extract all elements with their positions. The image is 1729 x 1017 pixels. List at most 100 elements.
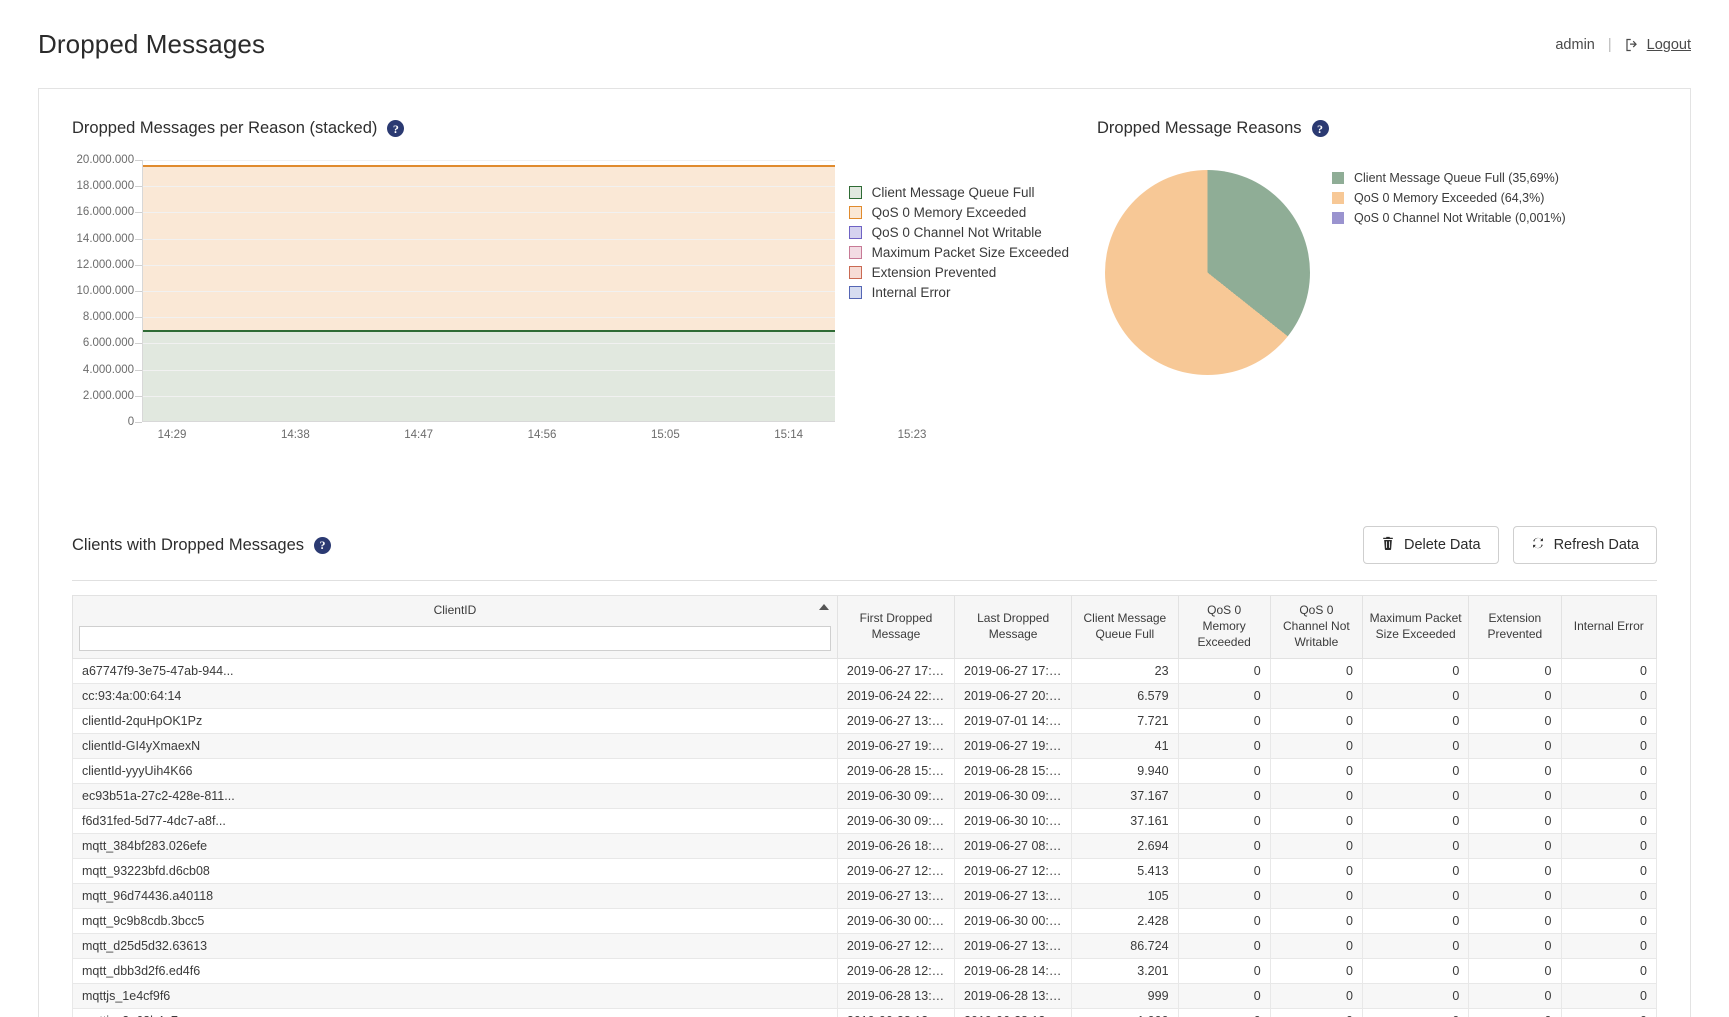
cell-clientid: clientId-GI4yXmaexN <box>72 732 838 759</box>
cell-count: 2.428 <box>1071 907 1179 934</box>
pie-legend-item[interactable]: QoS 0 Memory Exceeded (64,3%) <box>1332 188 1566 208</box>
cell-count: 0 <box>1269 707 1363 734</box>
cell-count: 0 <box>1177 832 1271 859</box>
column-header[interactable]: Internal Error <box>1560 595 1657 659</box>
cell-count: 0 <box>1560 1007 1657 1017</box>
x-axis-labels: 14:29 14:38 14:47 14:56 15:05 15:14 15:23 <box>154 422 964 448</box>
table-row[interactable]: cc:93:4a:00:64:14 2019-06-24 22:35:35 2019… <box>72 682 1657 709</box>
column-header[interactable]: Maximum Packet Size Exceeded <box>1361 595 1470 659</box>
legend-item[interactable]: Client Message Queue Full <box>848 182 1069 202</box>
cell-count: 0 <box>1177 957 1271 984</box>
cell-count: 0 <box>1468 932 1562 959</box>
legend-swatch <box>848 185 862 199</box>
cell-timestamp: 2019-06-27 17:17:51 <box>954 657 1073 684</box>
cell-timestamp: 2019-06-28 13:52:23 <box>954 982 1073 1009</box>
legend-swatch <box>848 205 862 219</box>
cell-count: 0 <box>1361 757 1470 784</box>
charts-row: Dropped Messages per Reason (stacked) ? … <box>39 89 1690 448</box>
column-header[interactable]: Extension Prevented <box>1468 595 1562 659</box>
table-row[interactable]: clientId-yyyUih4K66 2019-06-28 15:55:09 20… <box>72 757 1657 784</box>
cell-count: 0 <box>1361 907 1470 934</box>
cell-clientid: mqtt_d25d5d32.63613 <box>72 932 838 959</box>
table-row[interactable]: mqtt_384bf283.026efe 2019-06-26 18:32:48 2… <box>72 832 1657 859</box>
column-header[interactable]: Client Message Queue Full <box>1071 595 1179 659</box>
table-row[interactable]: ec93b51a-27c2-428e-811... 2019-06-30 09:2… <box>72 782 1657 809</box>
pie-chart-legend: Client Message Queue Full (35,69%) QoS 0 … <box>1332 160 1566 228</box>
x-tick-label: 15:14 <box>774 429 804 441</box>
table-row[interactable]: mqtt_9c9b8cdb.3bcc5 2019-06-30 00:13:39 20… <box>72 907 1657 934</box>
cell-clientid: mqtt_9c9b8cdb.3bcc5 <box>72 907 838 934</box>
sign-out-icon <box>1625 38 1640 52</box>
table-row[interactable]: mqtt_dbb3d2f6.ed4f6 2019-06-28 12:42:54 20… <box>72 957 1657 984</box>
cell-count: 0 <box>1468 707 1562 734</box>
help-circle-icon[interactable]: ? <box>1311 120 1329 137</box>
table-row[interactable]: clientId-2quHpOK1Pz 2019-06-27 13:29:23 20… <box>72 707 1657 734</box>
column-header[interactable]: Last Dropped Message <box>954 595 1073 659</box>
cell-timestamp: 2019-06-26 18:32:48 <box>836 832 956 859</box>
cell-count: 0 <box>1269 857 1363 884</box>
cell-count: 0 <box>1177 732 1271 759</box>
legend-item[interactable]: Internal Error <box>848 282 1069 302</box>
legend-item[interactable]: QoS 0 Memory Exceeded <box>848 202 1069 222</box>
table-row[interactable]: f6d31fed-5d77-4dc7-a8f... 2019-06-30 09:3… <box>72 807 1657 834</box>
refresh-data-button[interactable]: Refresh Data <box>1512 526 1657 564</box>
clients-table: ClientID First Dropped Message Last Droppe… <box>72 595 1657 1017</box>
cell-count: 0 <box>1468 882 1562 909</box>
column-header[interactable]: First Dropped Message <box>836 595 956 659</box>
cell-count: 6.579 <box>1071 682 1179 709</box>
cell-count: 0 <box>1177 1007 1271 1017</box>
legend-item[interactable]: Maximum Packet Size Exceeded <box>848 242 1069 262</box>
cell-count: 0 <box>1269 807 1363 834</box>
grid-line <box>143 186 835 188</box>
delete-data-button[interactable]: Delete Data <box>1362 526 1499 564</box>
help-circle-icon[interactable]: ? <box>387 120 405 137</box>
table-row[interactable]: mqtt_d25d5d32.63613 2019-06-27 12:51:27 20… <box>72 932 1657 959</box>
y-tick-label: 14.000.000 <box>76 232 135 245</box>
table-row[interactable]: mqtt_96d74436.a40118 2019-06-27 13:11:11 2… <box>72 882 1657 909</box>
table-row[interactable]: a67747f9-3e75-47ab-944... 2019-06-27 17:1… <box>72 657 1657 684</box>
cell-timestamp: 2019-06-28 13:52:23 <box>836 982 956 1009</box>
column-header-clientid[interactable]: ClientID <box>72 595 838 659</box>
cell-count: 0 <box>1468 957 1562 984</box>
cell-clientid: ec93b51a-27c2-428e-811... <box>72 782 838 809</box>
y-tick-label: 10.000.000 <box>76 285 135 297</box>
pie-legend-item[interactable]: QoS 0 Channel Not Writable (0,001%) <box>1332 208 1566 228</box>
area-chart-legend: Client Message Queue Full QoS 0 Memory Ex… <box>848 160 1069 422</box>
column-header[interactable]: QoS 0 Channel Not Writable <box>1269 595 1363 659</box>
legend-label: Internal Error <box>871 284 951 300</box>
column-header[interactable]: QoS 0 Memory Exceeded <box>1177 595 1271 659</box>
help-circle-icon[interactable]: ? <box>314 536 332 554</box>
y-tick-label: 0 <box>127 416 135 428</box>
table-row[interactable]: mqttjs_1e4cf9f6 2019-06-28 13:52:23 2019-0… <box>72 982 1657 1009</box>
table-row[interactable]: mqttjs_3a68b4e72019-06-28 13:51:472019-0… <box>72 1007 1657 1017</box>
content-card: Dropped Messages per Reason (stacked) ? … <box>38 88 1691 1017</box>
legend-item[interactable]: Extension Prevented <box>848 262 1069 282</box>
cell-count: 0 <box>1560 882 1657 909</box>
cell-timestamp: 2019-06-27 13:10:57 <box>954 932 1073 959</box>
cell-count: 0 <box>1468 682 1562 709</box>
cell-count: 0 <box>1468 757 1562 784</box>
cell-count: 3.201 <box>1071 957 1179 984</box>
sort-ascending-icon[interactable] <box>818 604 829 610</box>
table-row[interactable]: clientId-GI4yXmaexN 2019-06-27 19:09:22 20… <box>72 732 1657 759</box>
table-row[interactable]: mqtt_93223bfd.d6cb08 2019-06-27 12:49:59 2… <box>72 857 1657 884</box>
clientid-filter-input[interactable] <box>79 625 831 651</box>
logout-button[interactable]: Logout <box>1625 37 1691 53</box>
legend-item[interactable]: QoS 0 Channel Not Writable <box>848 222 1069 242</box>
divider: | <box>1607 37 1612 53</box>
cell-timestamp: 2019-07-01 14:21:40 <box>954 707 1073 734</box>
cell-timestamp: 2019-06-28 12:42:54 <box>836 957 956 984</box>
cell-count: 0 <box>1177 657 1271 684</box>
cell-count: 9.940 <box>1071 757 1179 784</box>
cell-count: 0 <box>1468 982 1562 1009</box>
cell-count: 0 <box>1177 707 1271 734</box>
cell-count: 0 <box>1361 657 1470 684</box>
pie-legend-item[interactable]: Client Message Queue Full (35,69%) <box>1332 168 1566 188</box>
cell-timestamp: 2019-06-27 19:09:24 <box>954 732 1073 759</box>
grid-line <box>143 369 835 371</box>
cell-count: 0 <box>1269 957 1363 984</box>
cell-timestamp: 2019-06-28 13:51:47 <box>836 1007 956 1017</box>
pie-graphic <box>1105 170 1310 375</box>
x-tick-label: 14:56 <box>527 429 557 441</box>
x-tick-label: 14:29 <box>157 429 187 441</box>
